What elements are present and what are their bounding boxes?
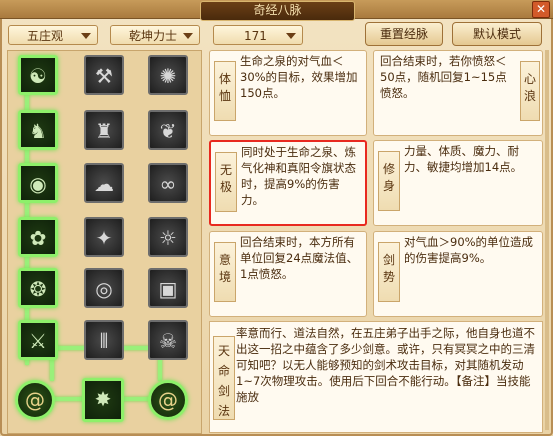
default-mode-button[interactable]: 默认模式 xyxy=(452,22,542,46)
school-dropdown[interactable]: 五庄观 xyxy=(8,25,98,45)
meridian-node[interactable]: @ xyxy=(148,380,188,420)
build-dropdown[interactable]: 乾坤力士 xyxy=(110,25,200,45)
path-line xyxy=(120,397,150,401)
meridian-slot[interactable]: ☠ xyxy=(148,320,188,360)
ring-icon: ❂ xyxy=(29,277,47,301)
talent-desc: 同时处于生命之泉、炼气化神和真阳令旗状态时，提高9%的伤害力。 xyxy=(241,145,356,207)
wolf-icon: ✦ xyxy=(95,226,113,250)
talent-name: 体恤 xyxy=(214,61,236,121)
seal-icon: ▣ xyxy=(158,277,178,301)
talent-desc: 对气血＞90%的单位造成的伤害提高9%。 xyxy=(404,235,534,265)
knot-icon: ∞ xyxy=(159,172,177,196)
meridian-slot[interactable]: ⫴ xyxy=(84,320,124,360)
qi-icon: ◉ xyxy=(29,172,47,196)
window-title: 奇经八脉 xyxy=(200,1,355,21)
pillars-icon: ⫴ xyxy=(99,329,109,353)
meridian-slot[interactable]: ▣ xyxy=(148,268,188,308)
talent-name: 剑势 xyxy=(378,242,400,302)
meridian-slot[interactable]: ◉ xyxy=(18,163,58,203)
talent-card[interactable]: 剑势 对气血＞90%的单位造成的伤害提高9%。 xyxy=(373,231,543,317)
talent-desc: 回合结束时，本方所有单位回复24点魔法值、1点愤怒。 xyxy=(240,235,359,281)
talent-name: 无极 xyxy=(215,152,237,212)
meridian-slot[interactable]: ◎ xyxy=(84,268,124,308)
star-icon: ✸ xyxy=(94,387,112,411)
talent-name: 修身 xyxy=(378,151,400,211)
figure-icon: ♞ xyxy=(29,119,47,143)
meridian-slot[interactable]: ❦ xyxy=(148,110,188,150)
spiral-icon: ◎ xyxy=(95,277,113,301)
chevron-down-icon xyxy=(183,33,193,39)
hammer-icon: ⚒ xyxy=(95,64,113,88)
meridian-core-slot[interactable]: ✸ xyxy=(82,378,124,422)
cloud-icon: ☁ xyxy=(94,172,114,196)
meridian-slot[interactable]: ☁ xyxy=(84,163,124,203)
talent-desc: 力量、体质、魔力、耐力、敏捷均增加14点。 xyxy=(404,144,523,174)
scrollbar[interactable] xyxy=(545,50,549,430)
talent-card[interactable]: 修身 力量、体质、魔力、耐力、敏捷均增加14点。 xyxy=(373,140,543,226)
chevron-down-icon xyxy=(81,33,91,39)
talent-card[interactable]: 意境 回合结束时，本方所有单位回复24点魔法值、1点愤怒。 xyxy=(209,231,367,317)
talent-name: 意境 xyxy=(214,242,236,302)
meridian-slot[interactable]: ☼ xyxy=(148,217,188,257)
meridian-slot[interactable]: ☯ xyxy=(18,55,58,95)
special-skill-desc: 率意而行、道法自然，在五庄弟子出手之际，他自身也道不出这一招之中蕴含了多少剑意。… xyxy=(236,326,535,404)
tree-icon: ☯ xyxy=(29,64,47,88)
meridian-slot[interactable]: ⚔ xyxy=(18,320,58,360)
talent-card-selected[interactable]: 无极 同时处于生命之泉、炼气化神和真阳令旗状态时，提高9%的伤害力。 xyxy=(209,140,367,226)
reset-meridian-button[interactable]: 重置经脉 xyxy=(365,22,443,46)
meridian-slot[interactable]: ✦ xyxy=(84,217,124,257)
talent-card[interactable]: 体恤 生命之泉的对气血＜30%的目标，效果增加150点。 xyxy=(209,50,367,136)
meridian-node[interactable]: @ xyxy=(15,380,55,420)
demon-icon: ☠ xyxy=(159,329,177,353)
meridian-slot[interactable]: ⚒ xyxy=(84,55,124,95)
special-skill-name: 天命剑法 xyxy=(213,336,235,420)
level-dropdown-value: 171 xyxy=(244,29,267,43)
meridian-slot[interactable]: ♞ xyxy=(18,110,58,150)
school-dropdown-value: 五庄观 xyxy=(27,29,64,43)
heart-icon: ❦ xyxy=(159,119,177,143)
coil-icon: @ xyxy=(25,388,45,412)
beast-icon: ♜ xyxy=(95,119,113,143)
coil2-icon: @ xyxy=(158,388,178,412)
meridian-slot[interactable]: ∞ xyxy=(148,163,188,203)
talent-desc: 生命之泉的对气血＜30%的目标，效果增加150点。 xyxy=(240,54,358,100)
special-skill-card[interactable]: 天命剑法 率意而行、道法自然，在五庄弟子出手之际，他自身也道不出这一招之中蕴含了… xyxy=(209,321,543,433)
level-dropdown[interactable]: 171 xyxy=(213,25,303,45)
talent-desc: 回合结束时，若你愤怒＜50点，随机回复1~15点愤怒。 xyxy=(380,54,507,100)
lotus-icon: ✿ xyxy=(29,226,47,250)
sun-icon: ☼ xyxy=(159,226,177,250)
meridian-slot[interactable]: ♜ xyxy=(84,110,124,150)
build-dropdown-value: 乾坤力士 xyxy=(129,29,178,43)
chevron-down-icon xyxy=(286,33,296,39)
sword-icon: ⚔ xyxy=(29,329,47,353)
meridian-slot[interactable]: ✿ xyxy=(18,217,58,257)
meridian-slot[interactable]: ✺ xyxy=(148,55,188,95)
light-icon: ✺ xyxy=(159,64,177,88)
close-icon[interactable]: ✕ xyxy=(532,1,550,18)
meridian-slot[interactable]: ❂ xyxy=(18,268,58,308)
talent-name: 心浪 xyxy=(520,61,540,121)
talent-card[interactable]: 回合结束时，若你愤怒＜50点，随机回复1~15点愤怒。 心浪 xyxy=(373,50,543,136)
